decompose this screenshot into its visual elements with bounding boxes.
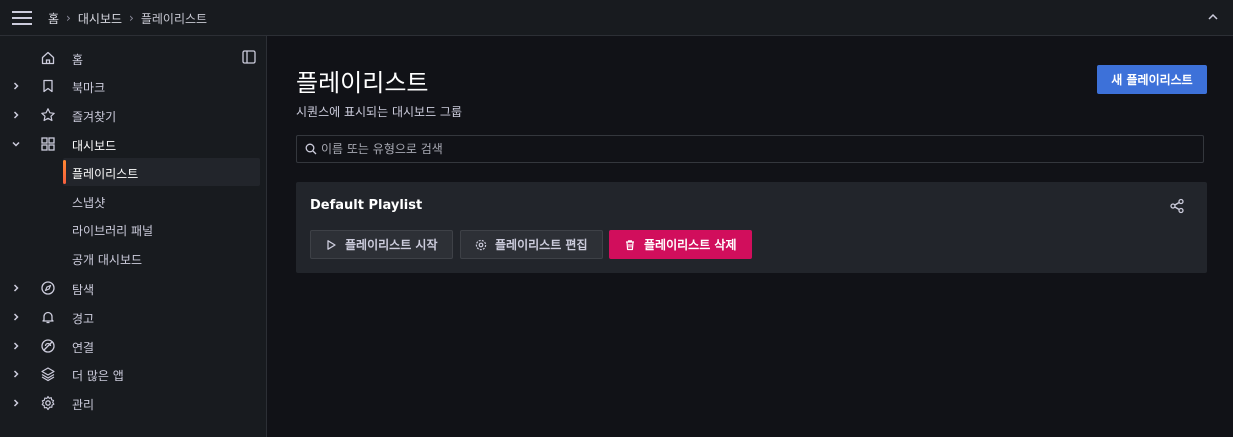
link-icon: [40, 338, 56, 354]
breadcrumb-current: 플레이리스트: [140, 11, 208, 26]
play-icon: [325, 239, 337, 251]
sidebar-item-label: 더 많은 앱: [72, 369, 124, 383]
sidebar-item-home[interactable]: 홈: [0, 46, 267, 70]
playlist-card: Default Playlist 플레이리스트 시작 플레이리스트 편집 플레이…: [296, 182, 1207, 273]
breadcrumb-separator: ›: [66, 11, 71, 25]
search-input[interactable]: [321, 136, 1191, 162]
layers-icon: [40, 366, 56, 382]
chevron-right-icon[interactable]: [10, 397, 22, 409]
search-field: [296, 135, 1204, 163]
chevron-right-icon[interactable]: [10, 282, 22, 294]
chevron-right-icon[interactable]: [10, 340, 22, 352]
sidebar-item-label: 탐색: [72, 283, 95, 297]
sidebar-item-label: 즐겨찾기: [72, 110, 117, 124]
sidebar-item-administration[interactable]: 관리: [0, 391, 267, 415]
search-icon: [305, 143, 317, 155]
delete-playlist-button[interactable]: 플레이리스트 삭제: [609, 230, 752, 259]
sidebar-item-starred[interactable]: 즐겨찾기: [0, 103, 267, 127]
edit-playlist-button[interactable]: 플레이리스트 편집: [460, 230, 603, 259]
start-playlist-button[interactable]: 플레이리스트 시작: [310, 230, 453, 259]
chevron-right-icon[interactable]: [10, 80, 22, 92]
sidebar-subitem-playlists[interactable]: 플레이리스트: [63, 158, 260, 186]
sidebar-subitem-snapshots[interactable]: 스냅샷: [63, 187, 260, 215]
sidebar-subitem-library-panels[interactable]: 라이브러리 패널: [63, 215, 260, 243]
sidebar: 홈 북마크 즐겨찾기 대시보드 플레이리스트 스냅샷 라이브러리 패널 공개 대…: [0, 36, 267, 437]
trash-icon: [624, 239, 636, 251]
edit-playlist-label: 플레이리스트 편집: [495, 238, 588, 252]
breadcrumb-dashboards[interactable]: 대시보드: [78, 10, 122, 27]
star-icon: [40, 107, 56, 123]
sidebar-item-label: 대시보드: [72, 139, 117, 153]
sidebar-item-explore[interactable]: 탐색: [0, 276, 267, 300]
sidebar-item-label: 북마크: [72, 81, 106, 95]
menu-icon[interactable]: [12, 9, 32, 27]
sidebar-item-connections[interactable]: 연결: [0, 334, 267, 358]
sidebar-subitem-label: 공개 대시보드: [72, 253, 143, 267]
bell-icon: [40, 309, 56, 325]
active-indicator: [63, 160, 66, 184]
sidebar-item-alerting[interactable]: 경고: [0, 305, 267, 329]
delete-playlist-label: 플레이리스트 삭제: [644, 238, 737, 252]
sidebar-item-bookmarks[interactable]: 북마크: [0, 74, 267, 98]
playlist-name: Default Playlist: [310, 198, 423, 213]
sidebar-subitem-public-dashboards[interactable]: 공개 대시보드: [63, 244, 260, 272]
sidebar-item-dashboards[interactable]: 대시보드: [0, 132, 267, 156]
cog-icon: [40, 395, 56, 411]
bookmark-icon: [40, 78, 56, 94]
page-subtitle: 시퀀스에 표시되는 대시보드 그룹: [296, 105, 463, 119]
main-content: 플레이리스트 시퀀스에 표시되는 대시보드 그룹 새 플레이리스트 Defaul…: [268, 36, 1233, 437]
new-playlist-button[interactable]: 새 플레이리스트: [1097, 65, 1207, 94]
sidebar-subitem-label: 플레이리스트: [72, 167, 139, 181]
cog-icon: [475, 239, 487, 251]
chevron-right-icon[interactable]: [10, 368, 22, 380]
chevron-right-icon[interactable]: [10, 109, 22, 121]
sidebar-item-label: 관리: [72, 398, 95, 412]
top-bar: 홈 › 대시보드 › 플레이리스트: [0, 0, 1233, 36]
sidebar-subitem-label: 스냅샷: [72, 196, 106, 210]
sidebar-item-label: 홈: [72, 53, 84, 67]
page-title: 플레이리스트: [296, 69, 429, 97]
compass-icon: [40, 280, 56, 296]
chevron-right-icon[interactable]: [10, 311, 22, 323]
sidebar-item-label: 경고: [72, 312, 95, 326]
chevron-up-icon[interactable]: [1207, 11, 1219, 23]
sidebar-subitem-label: 라이브러리 패널: [72, 224, 154, 238]
apps-icon: [40, 136, 56, 152]
start-playlist-label: 플레이리스트 시작: [345, 238, 438, 252]
home-icon: [40, 50, 56, 66]
chevron-down-icon[interactable]: [10, 138, 22, 150]
breadcrumb-home[interactable]: 홈: [48, 10, 59, 27]
share-icon[interactable]: [1169, 198, 1185, 214]
sidebar-item-more-apps[interactable]: 더 많은 앱: [0, 362, 267, 386]
sidebar-item-label: 연결: [72, 341, 95, 355]
breadcrumb: 홈 › 대시보드 › 플레이리스트: [48, 0, 207, 36]
breadcrumb-separator: ›: [129, 11, 134, 25]
